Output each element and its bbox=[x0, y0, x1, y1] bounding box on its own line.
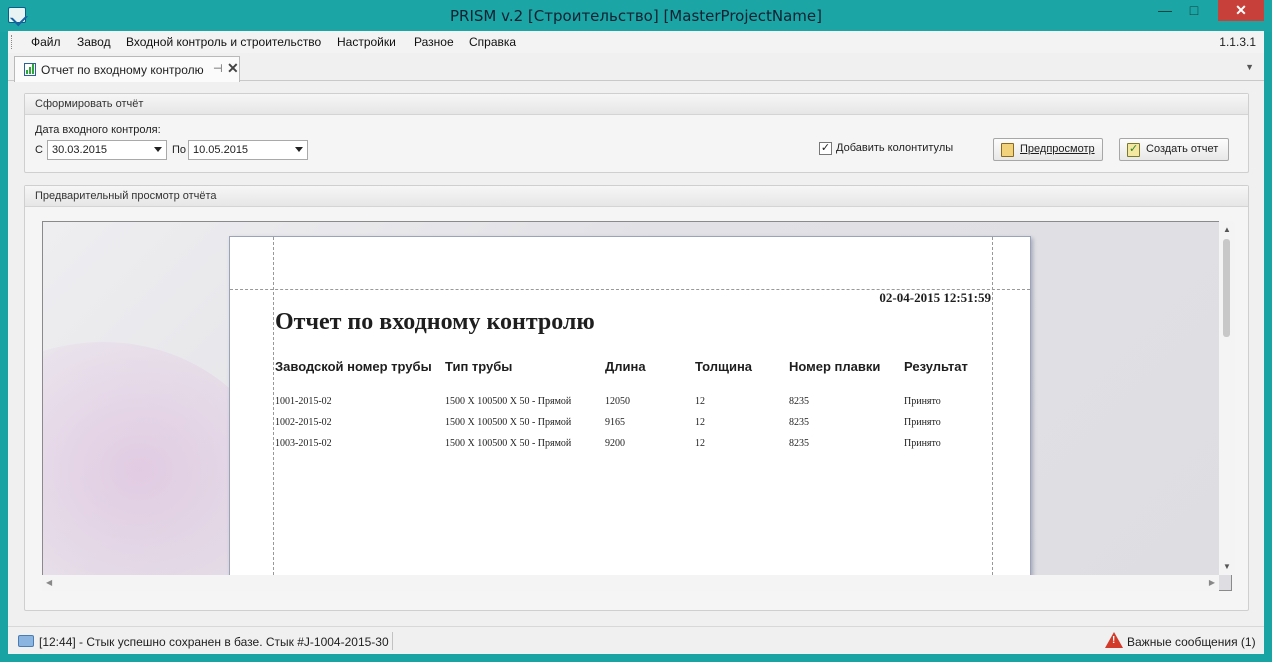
report-preview-viewport[interactable]: 02-04-2015 12:51:59 Отчет по входному ко… bbox=[42, 221, 1232, 591]
table-cell: 1500 X 100500 X 50 - Прямой bbox=[445, 438, 572, 449]
generate-report-header: Сформировать отчёт bbox=[25, 94, 1248, 115]
app-window: PRISM v.2 [Строительство] [MasterProject… bbox=[0, 0, 1272, 662]
status-message: [12:44] - Стык успешно сохранен в базе. … bbox=[39, 635, 389, 649]
window-title: PRISM v.2 [Строительство] [MasterProject… bbox=[450, 7, 822, 25]
close-window-button[interactable]: ✕ bbox=[1218, 0, 1264, 21]
important-messages-link[interactable]: Важные сообщения (1) bbox=[1127, 635, 1256, 649]
warning-icon[interactable] bbox=[1105, 632, 1123, 648]
table-cell: 1001-2015-02 bbox=[275, 396, 332, 407]
table-cell: 1003-2015-02 bbox=[275, 438, 332, 449]
table-cell: 8235 bbox=[789, 438, 809, 449]
client-area: Файл Завод Входной контроль и строительс… bbox=[8, 31, 1264, 654]
version-label: 1.1.3.1 bbox=[1219, 35, 1256, 49]
report-chart-icon bbox=[24, 63, 36, 76]
create-report-button[interactable]: Создать отчет bbox=[1119, 138, 1229, 161]
generate-report-group: Сформировать отчёт Дата входного контрол… bbox=[24, 93, 1249, 173]
tab-list-dropdown-icon[interactable]: ▼ bbox=[1245, 62, 1254, 72]
menu-file[interactable]: Файл bbox=[31, 35, 61, 49]
table-cell: 8235 bbox=[789, 396, 809, 407]
chevron-down-icon[interactable] bbox=[154, 147, 162, 152]
menu-incoming-control[interactable]: Входной контроль и строительство bbox=[126, 35, 321, 49]
to-date-value: 10.05.2015 bbox=[193, 144, 249, 156]
column-header-heat-number: Номер плавки bbox=[789, 359, 881, 374]
create-report-button-label: Создать отчет bbox=[1146, 143, 1219, 155]
preview-horizontal-scrollbar[interactable]: ◀ ▶ bbox=[42, 575, 1219, 591]
scroll-down-icon[interactable]: ▼ bbox=[1223, 562, 1231, 571]
scroll-left-icon[interactable]: ◀ bbox=[46, 578, 52, 587]
document-tabstrip: Отчет по входному контролю ⊣ ✕ ▼ bbox=[8, 53, 1264, 82]
column-header-result: Результат bbox=[904, 359, 968, 374]
pin-icon[interactable]: ⊣ bbox=[213, 62, 223, 75]
scroll-right-icon[interactable]: ▶ bbox=[1209, 578, 1215, 587]
table-cell: 9165 bbox=[605, 417, 625, 428]
table-cell: 1500 X 100500 X 50 - Прямой bbox=[445, 417, 572, 428]
message-icon bbox=[18, 635, 34, 647]
menu-bar: Файл Завод Входной контроль и строительс… bbox=[8, 31, 1264, 53]
headers-footers-checkbox[interactable]: ✓ bbox=[819, 142, 832, 155]
table-cell: Принято bbox=[904, 438, 941, 449]
menu-plant[interactable]: Завод bbox=[77, 35, 111, 49]
report-preview-header: Предварительный просмотр отчёта bbox=[25, 186, 1248, 207]
minimize-button[interactable]: — bbox=[1150, 0, 1180, 21]
status-separator bbox=[392, 632, 393, 650]
tab-label: Отчет по входному контролю bbox=[41, 63, 204, 77]
from-label: С bbox=[35, 144, 43, 156]
status-bar: [12:44] - Стык успешно сохранен в базе. … bbox=[8, 626, 1264, 654]
from-date-picker[interactable]: 30.03.2015 bbox=[47, 140, 167, 160]
tab-close-icon[interactable]: ✕ bbox=[227, 60, 239, 77]
menu-grip-icon bbox=[11, 35, 14, 49]
report-title: Отчет по входному контролю bbox=[275, 309, 595, 335]
table-cell: 9200 bbox=[605, 438, 625, 449]
maximize-button[interactable]: □ bbox=[1180, 0, 1208, 21]
date-range-label: Дата входного контроля: bbox=[35, 124, 161, 136]
column-header-pipe-type: Тип трубы bbox=[445, 359, 513, 374]
to-date-picker[interactable]: 10.05.2015 bbox=[188, 140, 308, 160]
headers-footers-label[interactable]: Добавить колонтитулы bbox=[836, 142, 953, 154]
scroll-thumb[interactable] bbox=[1223, 239, 1230, 337]
report-page: 02-04-2015 12:51:59 Отчет по входному ко… bbox=[229, 236, 1031, 581]
table-cell: Принято bbox=[904, 396, 941, 407]
preview-icon bbox=[1001, 143, 1014, 157]
table-cell: Принято bbox=[904, 417, 941, 428]
report-preview-group: Предварительный просмотр отчёта 02-04-20… bbox=[24, 185, 1249, 611]
menu-settings[interactable]: Настройки bbox=[337, 35, 396, 49]
table-cell: 1002-2015-02 bbox=[275, 417, 332, 428]
table-cell: 1500 X 100500 X 50 - Прямой bbox=[445, 396, 572, 407]
from-date-value: 30.03.2015 bbox=[52, 144, 108, 156]
table-cell: 12050 bbox=[605, 396, 630, 407]
column-header-thickness: Толщина bbox=[695, 359, 753, 374]
report-timestamp: 02-04-2015 12:51:59 bbox=[879, 290, 991, 305]
chevron-down-icon[interactable] bbox=[295, 147, 303, 152]
title-bar[interactable]: PRISM v.2 [Строительство] [MasterProject… bbox=[0, 0, 1272, 32]
tab-incoming-control-report[interactable]: Отчет по входному контролю ⊣ ✕ bbox=[14, 56, 240, 82]
table-cell: 8235 bbox=[789, 417, 809, 428]
column-header-length: Длина bbox=[605, 359, 646, 374]
column-header-serial: Заводской номер трубы bbox=[275, 359, 432, 374]
to-label: По bbox=[172, 144, 187, 156]
preview-button[interactable]: Предпросмотр bbox=[993, 138, 1103, 161]
menu-help[interactable]: Справка bbox=[469, 35, 516, 49]
table-cell: 12 bbox=[695, 438, 705, 449]
scroll-up-icon[interactable]: ▲ bbox=[1223, 225, 1231, 234]
table-cell: 12 bbox=[695, 396, 705, 407]
create-report-icon bbox=[1127, 142, 1140, 157]
preview-button-label: Предпросмотр bbox=[1020, 143, 1095, 155]
table-cell: 12 bbox=[695, 417, 705, 428]
menu-misc[interactable]: Разное bbox=[414, 35, 454, 49]
preview-vertical-scrollbar[interactable]: ▲ ▼ bbox=[1219, 221, 1235, 575]
